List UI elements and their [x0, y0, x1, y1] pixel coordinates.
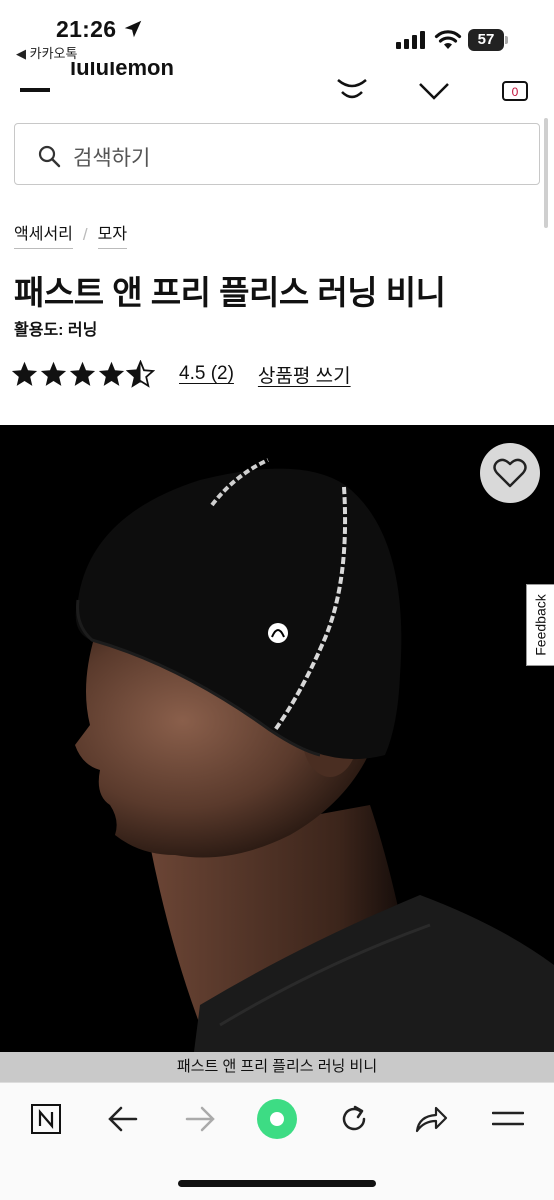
write-review-link[interactable]: 상품평 쓰기 — [258, 361, 351, 388]
battery-indicator: 57 — [468, 29, 508, 51]
hamburger-menu-icon[interactable] — [20, 88, 50, 92]
add-to-wishlist-button[interactable] — [480, 443, 540, 503]
breadcrumb-item-hats[interactable]: 모자 — [97, 220, 128, 249]
heart-icon — [493, 458, 527, 488]
reload-icon — [342, 1105, 366, 1131]
cart-icon[interactable]: 0 — [500, 72, 530, 102]
cart-count: 0 — [512, 85, 519, 99]
naver-home-button[interactable] — [24, 1097, 68, 1141]
brand-logo[interactable]: lululemon — [70, 62, 174, 81]
forward-arrow-icon — [185, 1106, 215, 1132]
back-button[interactable] — [101, 1097, 145, 1141]
reload-button[interactable] — [332, 1097, 376, 1141]
share-button[interactable] — [409, 1097, 453, 1141]
cellular-signal-icon — [396, 31, 425, 49]
battery-tip — [505, 36, 508, 44]
home-green-icon — [257, 1099, 297, 1139]
wifi-icon — [434, 30, 462, 49]
feedback-label: Feedback — [532, 594, 549, 656]
star-rating — [10, 360, 155, 388]
product-title: 패스트 앤 프리 플리스 러닝 비니 — [14, 274, 446, 311]
star-full-icon — [69, 361, 96, 386]
naver-n-icon — [31, 1104, 61, 1134]
page-scrollbar[interactable] — [544, 118, 548, 228]
site-header: lululemon 0 — [0, 62, 554, 112]
star-half-icon — [126, 360, 155, 388]
star-full-icon — [11, 361, 38, 386]
search-icon — [38, 145, 61, 168]
breadcrumb: 액세서리 / 모자 — [14, 220, 128, 249]
forward-button[interactable] — [178, 1097, 222, 1141]
image-caption: 패스트 앤 프리 플리스 러닝 비니 — [0, 1052, 554, 1082]
browser-menu-button[interactable] — [486, 1097, 530, 1141]
breadcrumb-item-accessories[interactable]: 액세서리 — [14, 220, 73, 249]
back-arrow-icon — [108, 1106, 138, 1132]
search-input[interactable]: 검색하기 — [14, 123, 540, 185]
feedback-tab[interactable]: Feedback — [526, 584, 554, 666]
product-photo-illustration — [75, 458, 554, 1083]
rating-row: 4.5 (2) 상품평 쓰기 — [10, 358, 351, 390]
home-indicator[interactable] — [178, 1180, 376, 1187]
product-activity: 활용도: 러닝 — [14, 322, 98, 339]
location-arrow-icon — [124, 20, 142, 38]
status-bar: 21:26 ◀ 카카오톡 57 — [0, 0, 554, 62]
breadcrumb-separator: / — [82, 224, 88, 244]
share-icon — [415, 1106, 448, 1133]
status-time: 21:26 — [56, 16, 117, 42]
account-icon[interactable] — [334, 72, 370, 102]
star-full-icon — [40, 361, 67, 386]
rating-count-link[interactable]: 4.5 (2) — [179, 363, 234, 385]
green-dot-button[interactable] — [255, 1097, 299, 1141]
wishlist-header-icon[interactable] — [418, 72, 450, 102]
back-to-app-link[interactable]: ◀ 카카오톡 — [16, 43, 77, 62]
star-full-icon — [98, 361, 125, 386]
search-placeholder: 검색하기 — [73, 147, 151, 170]
battery-level: 57 — [468, 29, 504, 51]
menu-icon — [492, 1111, 524, 1126]
product-image[interactable] — [0, 425, 554, 1083]
